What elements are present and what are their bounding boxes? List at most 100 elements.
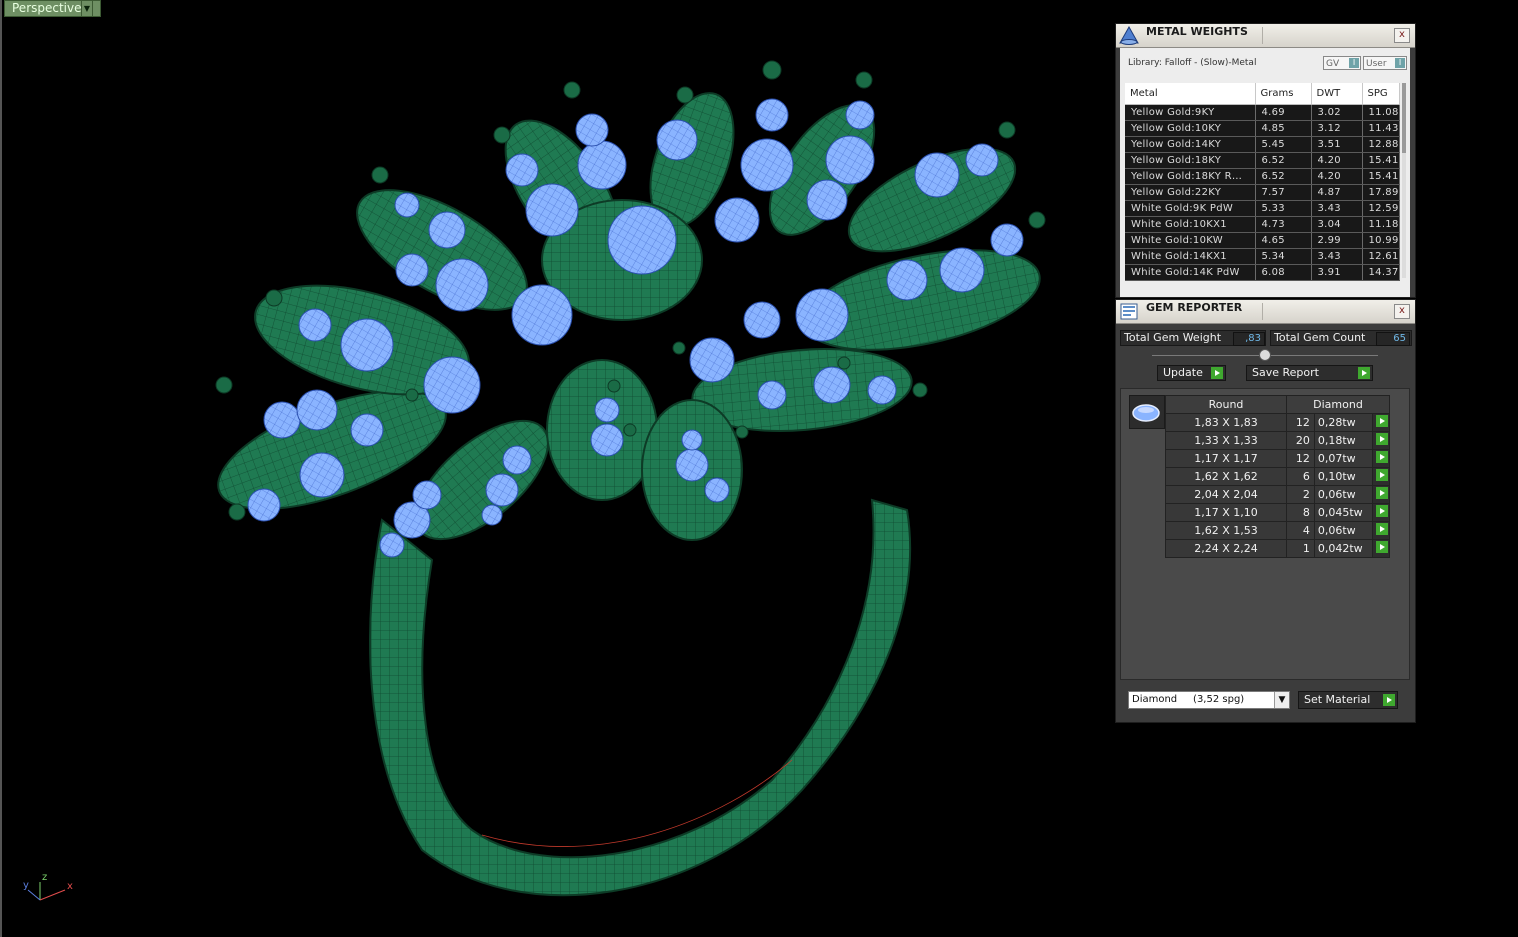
- count-cell: 8: [1286, 503, 1315, 522]
- dwt-cell: 4.20: [1311, 152, 1363, 169]
- table-row[interactable]: White Gold:14KX1 5.34 3.43 12.61: [1125, 248, 1400, 265]
- metal-weights-titlebar[interactable]: METAL WEIGHTS x: [1116, 24, 1415, 48]
- metal-cell: White Gold:10KW: [1125, 232, 1256, 249]
- select-gem-button[interactable]: [1371, 431, 1391, 450]
- table-row[interactable]: Yellow Gold:14KY 5.45 3.51 12.88: [1125, 136, 1400, 153]
- select-gem-button[interactable]: [1371, 413, 1391, 432]
- table-row[interactable]: Yellow Gold:10KY 4.85 3.12 11.43: [1125, 120, 1400, 137]
- spg-cell: 15.41: [1362, 152, 1400, 169]
- count-cell: 12: [1286, 449, 1315, 468]
- grams-cell: 7.57: [1255, 184, 1312, 201]
- metal-weights-panel: METAL WEIGHTS x Library: Falloff - (Slow…: [1115, 23, 1416, 314]
- column-header[interactable]: SPG: [1362, 83, 1400, 105]
- material-header: Diamond: [1286, 395, 1390, 414]
- column-header[interactable]: Grams: [1255, 83, 1312, 105]
- size-cell: 1,62 X 1,53: [1165, 521, 1287, 540]
- select-gem-button[interactable]: [1371, 485, 1391, 504]
- size-cell: 2,24 X 2,24: [1165, 539, 1287, 558]
- play-arrow-icon: [1358, 367, 1370, 379]
- collapse-toggle-icon[interactable]: [1259, 349, 1271, 361]
- table-row[interactable]: Yellow Gold:22KY 7.57 4.87 17.89: [1125, 184, 1400, 201]
- size-cell: 1,17 X 1,10: [1165, 503, 1287, 522]
- dwt-cell: 4.20: [1311, 168, 1363, 185]
- grams-cell: 5.45: [1255, 136, 1312, 153]
- chevron-down-icon[interactable]: ▼: [1274, 692, 1289, 708]
- dwt-cell: 3.91: [1311, 264, 1363, 281]
- size-cell: 1,62 X 1,62: [1165, 467, 1287, 486]
- table-row[interactable]: White Gold:9K PdW 5.33 3.43 12.59: [1125, 200, 1400, 217]
- table-row[interactable]: 1,33 X 1,33 20 0,18tw: [1165, 431, 1391, 450]
- column-header[interactable]: DWT: [1311, 83, 1363, 105]
- round-gem-icon[interactable]: [1129, 395, 1165, 429]
- select-gem-button[interactable]: [1371, 467, 1391, 486]
- column-header[interactable]: Metal: [1125, 83, 1256, 105]
- user-toggle[interactable]: User I: [1363, 56, 1407, 70]
- metal-cell: White Gold:14KX1: [1125, 248, 1256, 265]
- table-row[interactable]: White Gold:10KX1 4.73 3.04 11.18: [1125, 216, 1400, 233]
- total-gem-weight-field: Total Gem Weight ,83: [1120, 330, 1266, 346]
- weight-cell: 0,07tw: [1313, 449, 1373, 468]
- play-arrow-icon: [1376, 451, 1388, 463]
- grams-cell: 6.52: [1255, 152, 1312, 169]
- select-gem-button[interactable]: [1371, 449, 1391, 468]
- table-row[interactable]: 1,17 X 1,17 12 0,07tw: [1165, 449, 1391, 468]
- count-cell: 2: [1286, 485, 1315, 504]
- metal-cell: Yellow Gold:14KY: [1125, 136, 1256, 153]
- table-row[interactable]: Yellow Gold:18KY 6.52 4.20 15.41: [1125, 152, 1400, 169]
- vertical-scrollbar[interactable]: [1402, 83, 1406, 278]
- table-row[interactable]: 1,62 X 1,62 6 0,10tw: [1165, 467, 1391, 486]
- table-row[interactable]: White Gold:14K PdW 6.08 3.91 14.37: [1125, 264, 1400, 281]
- play-arrow-icon: [1376, 505, 1388, 517]
- select-gem-button[interactable]: [1371, 521, 1391, 540]
- gem-list-area: Round Diamond 1,83 X 1,83 12 0,28tw 1,33 X…: [1120, 388, 1410, 680]
- close-icon[interactable]: x: [1394, 28, 1410, 43]
- weight-cell: 0,06tw: [1313, 521, 1373, 540]
- play-arrow-icon: [1376, 469, 1388, 481]
- select-gem-button[interactable]: [1371, 539, 1391, 558]
- update-button[interactable]: Update: [1157, 365, 1226, 381]
- grams-cell: 6.52: [1255, 168, 1312, 185]
- table-row[interactable]: 1,17 X 1,10 8 0,045tw: [1165, 503, 1391, 522]
- weight-cell: 0,18tw: [1313, 431, 1373, 450]
- ring-band: [369, 498, 911, 897]
- material-select-value: Diamond (3,52 spg): [1132, 694, 1245, 705]
- metal-cell: Yellow Gold:18KY: [1125, 152, 1256, 169]
- table-row[interactable]: Yellow Gold:9KY 4.69 3.02 11.08: [1125, 104, 1400, 121]
- library-label: Library: Falloff - (Slow)-Metal: [1128, 58, 1257, 68]
- set-material-button[interactable]: Set Material: [1298, 691, 1398, 709]
- gv-toggle[interactable]: GV I: [1323, 56, 1361, 70]
- dwt-cell: 3.12: [1311, 120, 1363, 137]
- table-row[interactable]: 2,24 X 2,24 1 0,042tw: [1165, 539, 1391, 558]
- user-indicator: I: [1395, 58, 1405, 68]
- play-arrow-icon: [1376, 523, 1388, 535]
- select-gem-button[interactable]: [1371, 503, 1391, 522]
- grams-cell: 4.69: [1255, 104, 1312, 121]
- gem-reporter-titlebar[interactable]: GEM REPORTER x: [1116, 300, 1415, 324]
- table-row[interactable]: Yellow Gold:18KY R… 6.52 4.20 15.41: [1125, 168, 1400, 185]
- table-row[interactable]: 1,83 X 1,83 12 0,28tw: [1165, 413, 1391, 432]
- material-select[interactable]: Diamond (3,52 spg) ▼: [1128, 691, 1290, 709]
- table-row[interactable]: 1,62 X 1,53 4 0,06tw: [1165, 521, 1391, 540]
- table-row[interactable]: White Gold:10KW 4.65 2.99 10.99: [1125, 232, 1400, 249]
- gv-indicator: I: [1349, 58, 1359, 68]
- count-cell: 1: [1286, 539, 1315, 558]
- weight-cell: 0,28tw: [1313, 413, 1373, 432]
- count-cell: 20: [1286, 431, 1315, 450]
- metal-cell: Yellow Gold:9KY: [1125, 104, 1256, 121]
- metal-cell: White Gold:9K PdW: [1125, 200, 1256, 217]
- grams-cell: 6.08: [1255, 264, 1312, 281]
- spg-cell: 15.41: [1362, 168, 1400, 185]
- scrollbar-thumb[interactable]: [1402, 83, 1406, 153]
- spg-cell: 10.99: [1362, 232, 1400, 249]
- total-gem-count-field: Total Gem Count 65: [1270, 330, 1412, 346]
- gem-reporter-logo-icon: [1120, 303, 1138, 320]
- ring-model-render[interactable]: [2, 0, 1112, 937]
- dwt-cell: 4.87: [1311, 184, 1363, 201]
- play-arrow-icon: [1376, 487, 1388, 499]
- play-arrow-icon: [1376, 433, 1388, 445]
- table-row[interactable]: 2,04 X 2,04 2 0,06tw: [1165, 485, 1391, 504]
- save-report-label: Save Report: [1252, 366, 1319, 379]
- save-report-button[interactable]: Save Report: [1246, 365, 1373, 381]
- set-material-label: Set Material: [1304, 693, 1371, 706]
- close-icon[interactable]: x: [1394, 304, 1410, 319]
